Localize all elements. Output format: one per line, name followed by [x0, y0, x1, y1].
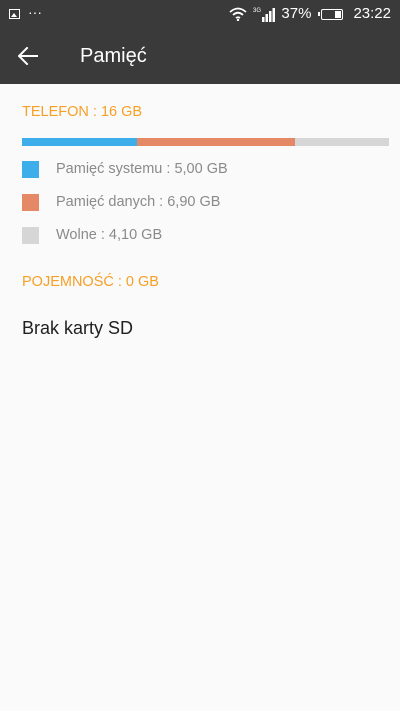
more-dots-icon: ··· — [28, 4, 42, 20]
storage-bar-segment-data — [136, 138, 295, 146]
status-bar: ··· 3G 37% 23:22 — [0, 0, 400, 28]
no-sd-card-text: Brak karty SD — [22, 318, 134, 338]
wifi-icon — [229, 7, 248, 21]
legend-label-system: Pamięć systemu : 5,00 GB — [56, 161, 228, 177]
network-type-label: 3G — [253, 8, 261, 14]
legend-item-system: Pamięć systemu : 5,00 GB — [22, 159, 228, 179]
page-title: Pamięć — [80, 45, 147, 67]
phone-storage-header: TELEFON : 16 GB — [22, 104, 143, 120]
sd-card-header: POJEMNOŚĆ : 0 GB — [22, 274, 159, 290]
battery-percent: 37% — [281, 5, 312, 22]
legend-swatch-data — [22, 193, 39, 211]
clock: 23:22 — [353, 5, 391, 22]
legend-swatch-free — [22, 226, 39, 244]
legend-item-free: Wolne : 4,10 GB — [22, 225, 162, 245]
battery-icon — [318, 8, 344, 20]
storage-bar-segment-system — [22, 138, 137, 146]
app-toolbar: Pamięć — [0, 28, 400, 84]
storage-screen: ··· 3G 37% 23:22 Pamięć TELEFON: 16 GB … — [0, 0, 400, 711]
legend-label-data: Pamięć danych : 6,90 GB — [56, 194, 221, 210]
status-left-group: ··· — [9, 5, 42, 23]
storage-usage-bar — [22, 138, 389, 146]
cellular-signal-icon: 3G — [253, 6, 276, 22]
battery-fill — [335, 10, 342, 18]
legend-item-data: Pamięć danych : 6,90 GB — [22, 192, 220, 212]
legend-label-free: Wolne : 4,10 GB — [56, 227, 163, 243]
status-right-group: 3G 37% 23:22 — [229, 4, 391, 24]
legend-swatch-system — [22, 160, 39, 178]
gallery-icon — [9, 9, 20, 19]
back-button[interactable] — [8, 36, 48, 76]
arrow-back-icon — [18, 47, 38, 65]
storage-bar-segment-free — [294, 138, 389, 146]
